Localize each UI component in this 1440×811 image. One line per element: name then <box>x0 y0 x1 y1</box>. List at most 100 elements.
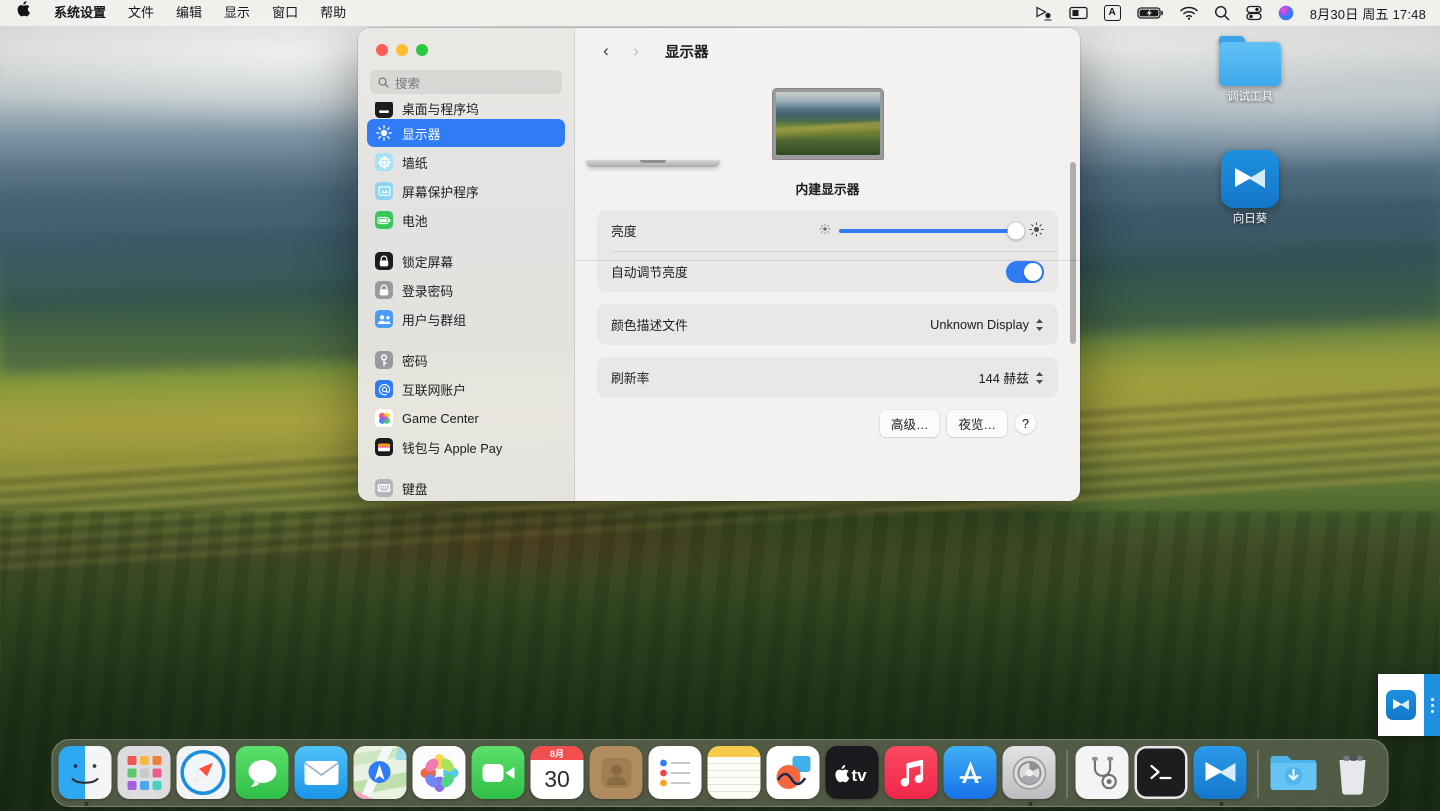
dock-item-messages[interactable] <box>235 746 292 802</box>
sidebar-item-displays[interactable]: 显示器 <box>367 119 565 147</box>
dock-item-calendar[interactable]: 8月 30 <box>530 746 587 802</box>
screen-sharing-icon[interactable] <box>1035 0 1053 26</box>
sidebar-item-internet-accounts[interactable]: 互联网账户 <box>367 375 565 403</box>
menu-item-edit[interactable]: 编辑 <box>165 0 213 26</box>
dock-item-photos[interactable] <box>412 746 469 802</box>
siri-icon[interactable] <box>1278 0 1294 26</box>
dock-item-freeform[interactable] <box>766 746 823 802</box>
chevron-updown-icon <box>1035 318 1044 332</box>
wifi-icon[interactable] <box>1180 0 1198 26</box>
dock-item-activity-monitor[interactable] <box>1075 746 1132 802</box>
sidebar-group-divider <box>367 462 565 474</box>
display-settings-card-2: 颜色描述文件 Unknown Display <box>597 304 1058 345</box>
main-panel-header: ‹ › 显示器 <box>575 28 1080 74</box>
wallpaper-icon <box>375 153 393 171</box>
menu-item-app[interactable]: 系统设置 <box>43 0 117 26</box>
dock-item-trash[interactable] <box>1326 746 1382 802</box>
dock-item-finder[interactable] <box>58 746 115 806</box>
brightness-slider-knob[interactable] <box>1007 222 1025 239</box>
minimize-button[interactable] <box>396 44 408 56</box>
nav-back-button[interactable]: ‹ <box>593 38 619 64</box>
dock-item-music[interactable] <box>884 746 941 802</box>
dock-item-safari[interactable] <box>176 746 233 802</box>
battery-charging-icon[interactable] <box>1137 0 1164 26</box>
desktop-icon-folder[interactable]: 调试工具 <box>1202 36 1298 105</box>
safari-icon <box>176 746 230 799</box>
advanced-button[interactable]: 高级… <box>879 410 940 437</box>
downloads-folder-icon <box>1267 746 1320 799</box>
dock-item-reminders[interactable] <box>648 746 705 802</box>
reminders-icon <box>648 746 702 799</box>
spotlight-search-icon[interactable] <box>1214 0 1230 26</box>
sidebar-item-users-groups[interactable]: 用户与群组 <box>367 305 565 333</box>
input-method-icon[interactable]: A <box>1103 0 1121 26</box>
freeform-icon <box>766 746 820 799</box>
sidebar-item-keyboard[interactable]: 键盘 <box>367 474 565 501</box>
sidebar-item-passwords[interactable]: 密码 <box>367 346 565 374</box>
dock-item-mail[interactable] <box>294 746 351 802</box>
dock-item-appstore[interactable] <box>943 746 1000 802</box>
color-profile-popup[interactable]: Unknown Display <box>930 317 1044 332</box>
sidebar-item-wallpaper[interactable]: 墙纸 <box>367 148 565 176</box>
night-shift-button[interactable]: 夜览… <box>947 410 1007 437</box>
search-input[interactable]: 搜索 <box>370 70 562 94</box>
dock-item-contacts[interactable] <box>589 746 646 802</box>
sidebar-item-login-password[interactable]: 登录密码 <box>367 276 565 304</box>
dock-item-maps[interactable] <box>353 746 410 802</box>
nav-forward-button[interactable]: › <box>623 38 649 64</box>
sidebar-item-list[interactable]: 桌面与程序坞 显示器 墙纸 屏幕保护程序 电池 锁定屏幕 登录密码 用户与群组 … <box>358 102 574 501</box>
sidebar-item-wallet[interactable]: 钱包与 Apple Pay <box>367 433 565 461</box>
menu-item-view[interactable]: 显示 <box>213 0 261 26</box>
maximize-button[interactable] <box>416 44 428 56</box>
control-center-icon[interactable] <box>1246 0 1262 26</box>
help-button[interactable]: ? <box>1015 413 1036 434</box>
finder-icon <box>58 746 112 799</box>
menu-bar-left: 系统设置 文件 编辑 显示 窗口 帮助 <box>0 0 357 26</box>
widget-menu-button[interactable] <box>1424 674 1440 736</box>
settings-scroll-area[interactable]: 内建显示器 亮度 自动调节亮度 颜色描述文件 Unknown Display 刷… <box>575 74 1080 501</box>
brightness-slider[interactable] <box>839 222 1025 239</box>
content-scrollbar[interactable] <box>1070 162 1076 344</box>
sunflower-float-widget[interactable] <box>1378 674 1440 736</box>
macbook-notch <box>640 160 666 163</box>
system-settings-icon <box>1002 746 1056 799</box>
sidebar-item-label: 钱包与 Apple Pay <box>402 440 503 456</box>
sidebar-item-label: 锁定屏幕 <box>402 254 454 270</box>
sidebar-item-battery[interactable]: 电池 <box>367 206 565 234</box>
refresh-rate-popup[interactable]: 144 赫兹 <box>978 368 1044 387</box>
macbook-screen-wallpaper <box>775 92 880 155</box>
contacts-icon <box>589 746 643 799</box>
brightness-high-icon <box>1029 221 1044 240</box>
brightness-low-icon <box>819 223 831 238</box>
close-button[interactable] <box>376 44 388 56</box>
row-label: 颜色描述文件 <box>611 318 688 333</box>
menu-item-file[interactable]: 文件 <box>117 0 165 26</box>
calendar-month: 8月 <box>530 746 584 760</box>
brightness-slider-wrap <box>819 221 1044 240</box>
dock-item-terminal[interactable] <box>1134 746 1191 802</box>
appstore-icon <box>943 746 997 799</box>
sidebar-item-label: 用户与群组 <box>402 312 466 328</box>
dock-item-system-settings[interactable] <box>1002 746 1059 806</box>
sidebar-item-screensaver[interactable]: 屏幕保护程序 <box>367 177 565 205</box>
appletv-icon: tv <box>825 746 879 799</box>
sidebar-item-lock-screen[interactable]: 锁定屏幕 <box>367 247 565 275</box>
sidebar-item-game-center[interactable]: Game Center <box>367 404 565 432</box>
dock-item-appletv[interactable]: tv <box>825 746 882 802</box>
desktop-icon-sunflower[interactable]: 向日葵 <box>1202 150 1298 227</box>
dock-item-downloads[interactable] <box>1267 746 1323 802</box>
dock-item-notes[interactable] <box>707 746 764 802</box>
screen-mirroring-icon[interactable] <box>1068 0 1088 26</box>
dock-item-launchpad[interactable] <box>117 746 174 802</box>
sidebar-item-desktop-dock[interactable]: 桌面与程序坞 <box>367 102 565 118</box>
menu-item-window[interactable]: 窗口 <box>261 0 309 26</box>
auto-brightness-toggle[interactable] <box>1006 260 1044 283</box>
dock-item-facetime[interactable] <box>471 746 528 802</box>
sunflower-widget-icon[interactable] <box>1378 674 1424 736</box>
apple-logo-icon[interactable] <box>0 0 43 26</box>
desktop-dock-icon <box>375 102 393 118</box>
menu-bar-clock[interactable]: 8月30日 周五 17:48 <box>1310 4 1426 23</box>
dock-item-sunflower[interactable] <box>1193 746 1250 806</box>
running-indicator <box>1219 802 1224 806</box>
menu-item-help[interactable]: 帮助 <box>309 0 357 26</box>
